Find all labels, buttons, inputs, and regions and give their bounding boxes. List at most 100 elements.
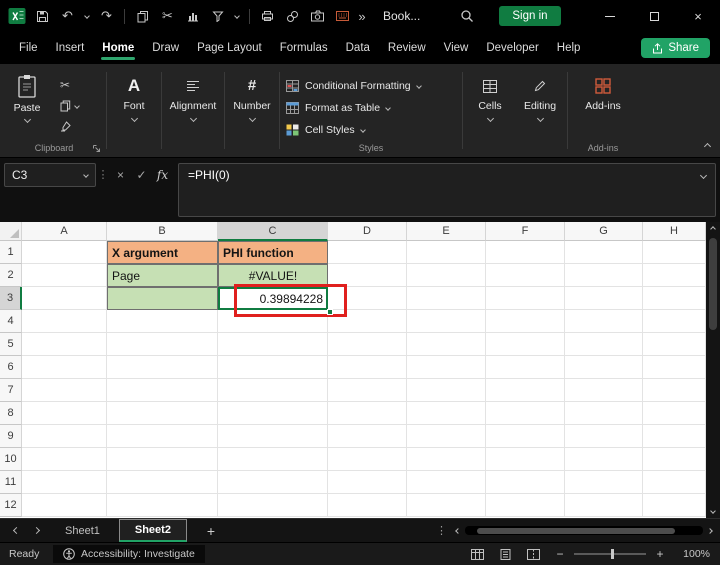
cell-H9[interactable]	[643, 425, 706, 448]
cell-B2[interactable]: Page	[107, 264, 218, 287]
row-header-4[interactable]: 4	[0, 310, 22, 333]
scroll-left-icon[interactable]	[455, 527, 461, 534]
row-header-3[interactable]: 3	[0, 287, 22, 310]
cell-F12[interactable]	[486, 494, 565, 517]
cell-D12[interactable]	[328, 494, 407, 517]
cell-G12[interactable]	[565, 494, 643, 517]
tab-draw[interactable]: Draw	[143, 33, 188, 63]
copy-icon[interactable]	[130, 0, 155, 32]
cell-H7[interactable]	[643, 379, 706, 402]
cell-G4[interactable]	[565, 310, 643, 333]
cell-C2[interactable]: #VALUE!	[218, 264, 328, 287]
page-layout-view-button[interactable]	[499, 548, 512, 560]
row-header-11[interactable]: 11	[0, 471, 22, 494]
cell-G11[interactable]	[565, 471, 643, 494]
cell-E1[interactable]	[407, 241, 486, 264]
cell-H4[interactable]	[643, 310, 706, 333]
minimize-button[interactable]	[588, 0, 632, 32]
accessibility-status[interactable]: Accessibility: Investigate	[53, 545, 205, 563]
tab-page-layout[interactable]: Page Layout	[188, 33, 271, 63]
cell-E9[interactable]	[407, 425, 486, 448]
row-header-2[interactable]: 2	[0, 264, 22, 287]
cell-D5[interactable]	[328, 333, 407, 356]
qat-dropdown-icon[interactable]	[230, 0, 244, 32]
cell-G2[interactable]	[565, 264, 643, 287]
cell-B1[interactable]: X argument	[107, 241, 218, 264]
enter-icon[interactable]: ✓	[131, 163, 152, 187]
keyboard-icon[interactable]	[330, 0, 355, 32]
column-header-F[interactable]: F	[486, 222, 565, 241]
cell-G5[interactable]	[565, 333, 643, 356]
cell-C5[interactable]	[218, 333, 328, 356]
cell-B12[interactable]	[107, 494, 218, 517]
search-icon[interactable]	[454, 0, 479, 32]
cell-H1[interactable]	[643, 241, 706, 264]
cell-F2[interactable]	[486, 264, 565, 287]
cell-A5[interactable]	[22, 333, 107, 356]
zoom-level[interactable]: 100%	[680, 548, 710, 560]
column-header-D[interactable]: D	[328, 222, 407, 241]
cell-B9[interactable]	[107, 425, 218, 448]
scroll-up-icon[interactable]	[710, 226, 716, 232]
cell-A4[interactable]	[22, 310, 107, 333]
cell-B6[interactable]	[107, 356, 218, 379]
conditional-formatting-button[interactable]: Conditional Formatting	[286, 76, 460, 96]
cell-G8[interactable]	[565, 402, 643, 425]
zoom-in-button[interactable]: +	[655, 547, 665, 561]
column-header-G[interactable]: G	[565, 222, 643, 241]
cell-E3[interactable]	[407, 287, 486, 310]
cell-D9[interactable]	[328, 425, 407, 448]
cell-H5[interactable]	[643, 333, 706, 356]
row-header-8[interactable]: 8	[0, 402, 22, 425]
format-as-table-button[interactable]: Format as Table	[286, 98, 460, 118]
cell-A8[interactable]	[22, 402, 107, 425]
cell-A2[interactable]	[22, 264, 107, 287]
scroll-down-icon[interactable]	[710, 508, 716, 514]
horizontal-scrollbar[interactable]	[455, 526, 714, 535]
sheet-nav-right-icon[interactable]	[26, 519, 46, 542]
excel-app-icon[interactable]	[8, 7, 26, 25]
cell-B11[interactable]	[107, 471, 218, 494]
cell-G1[interactable]	[565, 241, 643, 264]
cell-E12[interactable]	[407, 494, 486, 517]
copy-button[interactable]	[60, 99, 80, 112]
cell-C4[interactable]	[218, 310, 328, 333]
cell-E10[interactable]	[407, 448, 486, 471]
collapse-ribbon-icon[interactable]	[703, 142, 712, 151]
cell-D6[interactable]	[328, 356, 407, 379]
cell-D4[interactable]	[328, 310, 407, 333]
horizontal-scroll-thumb[interactable]	[477, 527, 675, 534]
cell-H2[interactable]	[643, 264, 706, 287]
cell-A7[interactable]	[22, 379, 107, 402]
chart-icon[interactable]	[180, 0, 205, 32]
tab-formulas[interactable]: Formulas	[271, 33, 337, 63]
cell-C6[interactable]	[218, 356, 328, 379]
paste-button[interactable]: Paste	[4, 69, 50, 124]
cell-B10[interactable]	[107, 448, 218, 471]
tab-insert[interactable]: Insert	[47, 33, 94, 63]
cell-E8[interactable]	[407, 402, 486, 425]
cell-C10[interactable]	[218, 448, 328, 471]
format-painter-button[interactable]	[60, 120, 79, 133]
cut-button[interactable]: ✂	[60, 78, 79, 92]
cell-styles-button[interactable]: Cell Styles	[286, 120, 460, 140]
tab-review[interactable]: Review	[379, 33, 435, 63]
cell-F1[interactable]	[486, 241, 565, 264]
row-header-7[interactable]: 7	[0, 379, 22, 402]
cell-H12[interactable]	[643, 494, 706, 517]
editing-group-button[interactable]: Editing	[515, 69, 565, 157]
cell-D11[interactable]	[328, 471, 407, 494]
cell-C8[interactable]	[218, 402, 328, 425]
cancel-icon[interactable]: ×	[110, 163, 131, 187]
maximize-button[interactable]	[632, 0, 676, 32]
normal-view-button[interactable]	[471, 548, 484, 560]
cell-E6[interactable]	[407, 356, 486, 379]
cell-H10[interactable]	[643, 448, 706, 471]
insert-function-icon[interactable]: fx	[152, 163, 173, 187]
print-icon[interactable]	[255, 0, 280, 32]
cell-F9[interactable]	[486, 425, 565, 448]
column-header-H[interactable]: H	[643, 222, 706, 241]
tab-help[interactable]: Help	[548, 33, 590, 63]
cell-B3[interactable]	[107, 287, 218, 310]
cell-A9[interactable]	[22, 425, 107, 448]
